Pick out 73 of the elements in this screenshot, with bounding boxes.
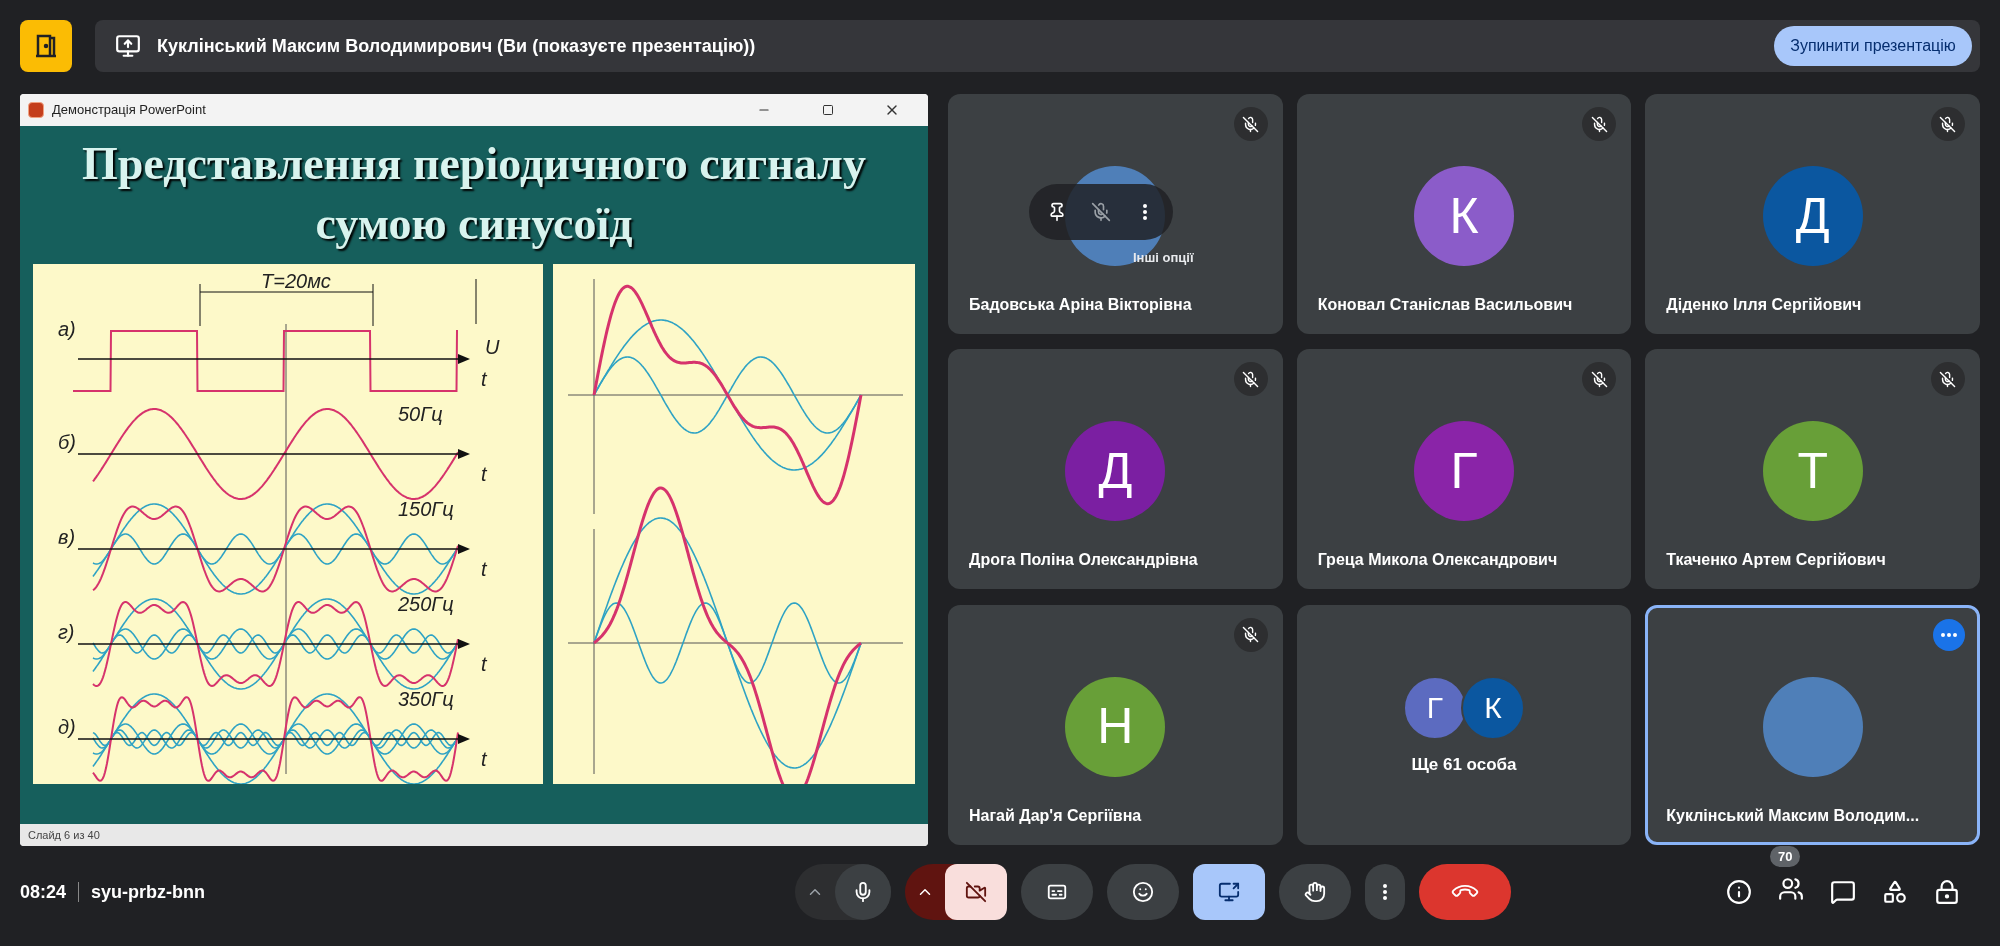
axis-label: t [481,367,487,392]
emoji-button[interactable] [1107,864,1179,920]
hand-icon [1304,881,1326,903]
activities-button[interactable] [1882,879,1908,905]
frequency-label: 350Гц [398,687,454,712]
frequency-label: 50Гц [398,402,443,427]
raise-hand-button[interactable] [1279,864,1351,920]
smiley-icon [1132,881,1154,903]
participant-name: Коновал Станіслав Васильович [1317,295,1573,315]
participant-name: Дрога Поліна Олександрівна [969,550,1198,571]
chat-icon [1830,879,1856,905]
shapes-icon [1882,879,1908,905]
lock-icon [1934,879,1960,905]
avatar: Д [1065,421,1166,522]
slide-title: Представлення періодичного сигналу [82,137,866,191]
more-icon [1143,204,1147,220]
maximize-icon [822,104,834,116]
axis-label: t [481,557,487,582]
window-title: Демонстрація PowerPoint [52,101,207,120]
presenter-label: Куклінський Максим Володимирович (Ви (показуєте презентацію)) [157,34,757,58]
avatar: Т [1762,421,1863,522]
camera-button[interactable] [945,864,1007,920]
pin-icon [1047,202,1067,222]
info-button[interactable] [1726,879,1752,905]
axis-label: t [481,462,487,487]
info-icon [1726,879,1752,905]
people-count-badge: 70 [1770,845,1801,867]
people-button[interactable] [1778,875,1804,902]
overflow-count: Ще 61 особа [1411,753,1517,776]
frequency-label: 250Гц [398,592,454,617]
meeting-code: syu-prbz-bnn [91,880,206,904]
slide-counter: Слайд 6 из 40 [28,827,100,843]
participant-name: Ткаченко Артем Сергійович [1666,550,1886,571]
door-icon [20,20,72,72]
period-label: T=20мс [261,269,331,294]
avatar: Г [1414,421,1514,522]
leave-call-button[interactable] [1419,864,1511,920]
chat-button[interactable] [1830,879,1856,905]
participant-name: Куклінський Максим Володим... [1666,805,1920,826]
app-icon [28,102,44,118]
mic-control[interactable] [795,864,891,920]
avatar: К [1414,166,1514,266]
row-label: б) [58,430,76,455]
avatar: К [1461,675,1525,740]
amplitude-label: U [485,335,500,360]
slide-title: сумою синусоїд [315,197,633,251]
present-button[interactable] [1193,864,1265,920]
avatar: Д [1762,166,1863,266]
screen-share-icon [1218,881,1240,903]
captions-button[interactable] [1021,864,1093,920]
people-icon [1778,875,1804,902]
row-label: г) [58,620,75,645]
more-icon [1383,884,1387,900]
row-label: в) [58,525,76,550]
more-icon [1941,632,1957,637]
row-label: д) [58,715,76,740]
frequency-label: 150Гц [398,497,454,522]
stop-presenting-button[interactable]: Зупинити презентацію [1774,26,1972,66]
camera-control[interactable] [905,864,1007,920]
more-options-button[interactable] [1933,618,1965,651]
participant-name: Діденко Ілля Сергійович [1666,295,1862,315]
camera-off-icon [965,881,987,903]
axis-label: t [481,652,487,677]
present-screen-icon [115,33,141,59]
host-controls-button[interactable] [1934,879,1960,905]
row-label: а) [58,317,76,342]
axis-label: t [481,747,487,772]
microphone-button[interactable] [835,864,891,920]
participant-name: Бадовська Аріна Вікторівна [969,295,1192,315]
avatar: Н [1065,676,1166,777]
meeting-time: 08:24 [20,880,67,904]
participant-name: Нагай Дар'я Сергіївна [969,805,1142,826]
participant-name: Греца Микола Олександрович [1317,550,1558,571]
